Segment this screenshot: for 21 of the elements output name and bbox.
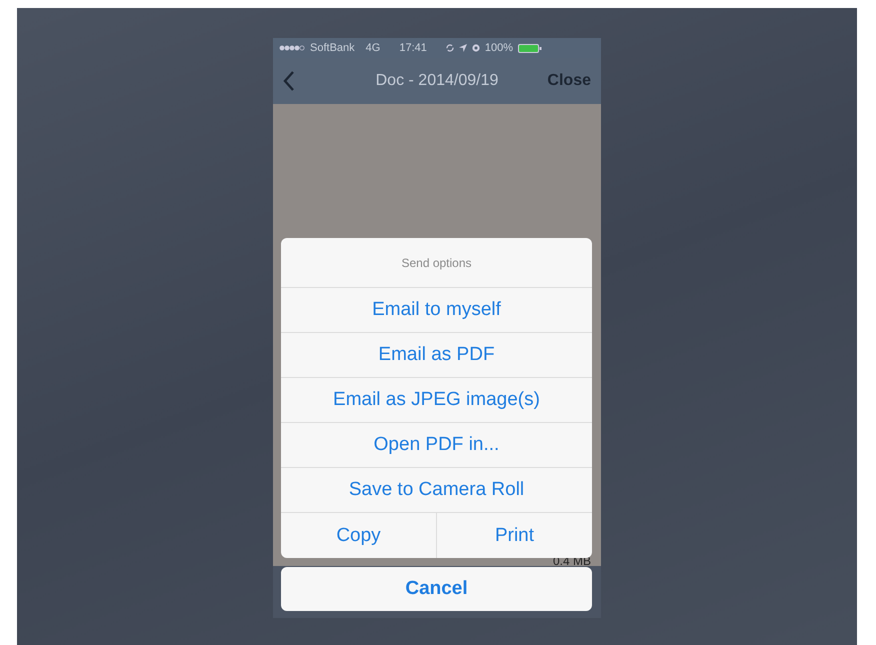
action-option[interactable]: Copy	[281, 513, 436, 558]
clock-time: 17:41	[399, 42, 427, 54]
action-option[interactable]: Email as JPEG image(s)	[281, 378, 592, 423]
action-option[interactable]: Print	[436, 513, 592, 558]
action-option[interactable]: Open PDF in...	[281, 423, 592, 468]
cancel-button[interactable]: Cancel	[281, 567, 592, 611]
action-option[interactable]: Email to myself	[281, 288, 592, 333]
action-option[interactable]: Save to Camera Roll	[281, 468, 592, 513]
sync-icon	[446, 44, 454, 52]
signal-icon	[279, 45, 305, 51]
battery-icon	[518, 44, 542, 52]
location-arrow-icon	[458, 44, 467, 52]
nav-title: Doc - 2014/09/19	[376, 72, 498, 90]
alarm-icon	[472, 44, 480, 52]
close-button[interactable]: Close	[547, 72, 591, 90]
action-option[interactable]: Email as PDF	[281, 333, 592, 378]
network-type: 4G	[366, 42, 380, 54]
sheet-title: Send options	[281, 238, 592, 288]
carrier-name: SoftBank	[310, 42, 355, 54]
back-icon[interactable]	[283, 71, 295, 91]
battery-percent: 100%	[484, 42, 513, 54]
